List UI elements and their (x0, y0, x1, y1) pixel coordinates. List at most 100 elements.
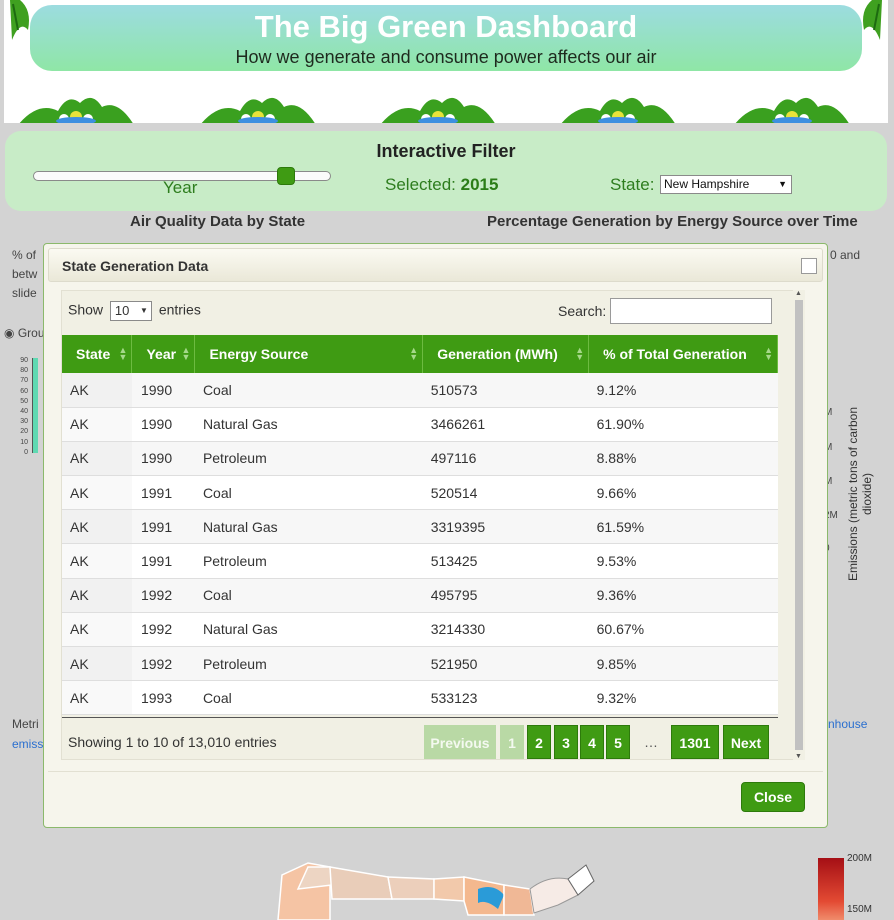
table-cell: Petroleum (194, 441, 423, 477)
legend-label: 150M (847, 904, 873, 915)
table-info: Showing 1 to 10 of 13,010 entries (68, 734, 277, 750)
legend-label: 200M (847, 853, 873, 864)
table-row[interactable]: AK 1990 Petroleum 497116 8.88% (62, 441, 778, 477)
scrollbar-thumb[interactable] (795, 300, 803, 750)
search-input[interactable] (610, 298, 772, 324)
table-row[interactable]: AK 1993 Coal 533123 9.32% (62, 680, 778, 716)
table-cell: AK (62, 543, 132, 579)
pager-page-1[interactable]: 1 (500, 725, 524, 759)
table-cell: 497116 (422, 441, 589, 477)
scroll-up-arrow-icon[interactable]: ▲ (795, 290, 802, 297)
group-radio[interactable]: ◉ Grou (4, 326, 45, 340)
close-button[interactable]: Close (741, 782, 805, 812)
datatable-wrapper: Show 10 ▼ entries Search: State ▲ ▼ Year ▲ ▼ … (61, 290, 801, 760)
table-cell: AK (62, 646, 132, 682)
axis-tick: 50 (20, 397, 28, 405)
dashboard-header: The Big Green Dashboard How we generate … (4, 0, 888, 123)
column-header-generation[interactable]: Generation (MWh) ▲ ▼ (422, 335, 590, 373)
column-header-state[interactable]: State ▲ ▼ (62, 335, 133, 373)
dropdown-caret-icon: ▼ (778, 179, 787, 189)
table-cell: 9.32% (588, 680, 778, 716)
table-row[interactable]: AK 1990 Natural Gas 3466261 61.90% (62, 407, 778, 442)
plant-ornament-icon (561, 97, 675, 123)
axis-tick: 80 (20, 367, 28, 375)
table-cell: Coal (194, 680, 423, 716)
us-map[interactable] (268, 855, 598, 920)
table-cell: 1991 (131, 475, 195, 511)
table-cell: 1990 (131, 373, 195, 408)
table-cell: 1993 (131, 680, 195, 716)
pager-page-4[interactable]: 4 (580, 725, 604, 759)
bg-link[interactable]: emiss (12, 737, 43, 751)
modal-title: State Generation Data (62, 258, 209, 274)
pager-page-5[interactable]: 5 (606, 725, 630, 759)
table-cell: 3214330 (422, 612, 589, 648)
bg-link[interactable]: nhouse (828, 717, 867, 731)
state-select[interactable]: New Hampshire ▼ (660, 175, 792, 194)
bg-text: 0 and (830, 248, 861, 262)
plant-ornament-icon (201, 97, 315, 123)
modal-close-box-icon[interactable] (801, 258, 817, 274)
axis-tick: 40 (20, 408, 28, 416)
pager-previous[interactable]: Previous (424, 725, 496, 759)
state-generation-modal: State Generation Data Show 10 ▼ entries S… (43, 243, 828, 828)
table-row[interactable]: AK 1992 Petroleum 521950 9.85% (62, 646, 778, 682)
axis-tick: 10 (20, 438, 28, 446)
table-cell: 1991 (131, 509, 195, 545)
show-label: Show (68, 301, 104, 318)
table-row[interactable]: AK 1991 Petroleum 513425 9.53% (62, 543, 778, 579)
table-cell: 495795 (422, 578, 589, 613)
table-cell: AK (62, 680, 132, 716)
pager-next[interactable]: Next (723, 725, 769, 759)
table-row[interactable]: AK 1990 Coal 510573 9.12% (62, 373, 778, 408)
table-row[interactable]: AK 1992 Natural Gas 3214330 60.67% (62, 612, 778, 648)
table-cell: 1992 (131, 612, 195, 648)
table-cell: 60.67% (588, 612, 778, 648)
table-cell: Natural Gas (194, 407, 423, 442)
mini-chart-bar (32, 358, 38, 453)
table-cell: Petroleum (194, 646, 423, 682)
scroll-down-arrow-icon[interactable]: ▼ (795, 753, 802, 760)
pager-last-page[interactable]: 1301 (671, 725, 719, 759)
sort-icon: ▲ ▼ (118, 345, 128, 362)
column-header-label: Generation (MWh) (437, 346, 558, 362)
table-row[interactable]: AK 1992 Coal 495795 9.36% (62, 578, 778, 613)
page-title: The Big Green Dashboard (254, 9, 638, 44)
page-length-select[interactable]: 10 ▼ (109, 301, 152, 321)
axis-tick: 90 (20, 357, 28, 364)
table-cell: 1992 (131, 646, 195, 682)
page-subtitle: How we generate and consume power affect… (235, 47, 657, 67)
group-radio-label: Grou (17, 326, 45, 340)
plant-ornament-icon (735, 97, 849, 123)
page-length-value: 10 (114, 303, 130, 318)
table-cell: AK (62, 612, 132, 648)
table-row[interactable]: AK 1991 Natural Gas 3319395 61.59% (62, 509, 778, 545)
table-cell: AK (62, 509, 132, 545)
table-cell: 9.36% (588, 578, 778, 613)
table-cell: Coal (194, 373, 423, 408)
state-select-value: New Hampshire (664, 177, 750, 191)
table-cell: Petroleum (194, 543, 423, 579)
column-header-energy-source[interactable]: Energy Source ▲ ▼ (194, 335, 424, 373)
table-cell: 1990 (131, 407, 195, 442)
pager-page-3[interactable]: 3 (554, 725, 578, 759)
page-length-control: Show 10 ▼ entries (68, 301, 201, 321)
column-header-percent[interactable]: % of Total Generation ▲ ▼ (588, 335, 778, 373)
table-cell: 533123 (422, 680, 589, 716)
table-cell: 9.66% (588, 475, 778, 511)
table-cell: 61.90% (588, 407, 778, 442)
table-cell: 1991 (131, 543, 195, 579)
column-header-year[interactable]: Year ▲ ▼ (131, 335, 196, 373)
table-cell: Natural Gas (194, 612, 423, 648)
bg-text: Metri (12, 717, 39, 731)
table-bottom-rule (62, 717, 778, 718)
modal-scrollbar[interactable]: ▲ ▼ (793, 290, 805, 760)
table-row[interactable]: AK 1991 Coal 520514 9.66% (62, 475, 778, 511)
year-slider-handle[interactable] (276, 167, 295, 185)
state-label: State: (610, 175, 655, 194)
table-cell: 61.59% (588, 509, 778, 545)
pager-page-2[interactable]: 2 (527, 725, 551, 759)
table-cell: AK (62, 578, 132, 613)
generation-heading: Percentage Generation by Energy Source o… (487, 213, 858, 230)
bg-text: slide (12, 286, 37, 300)
